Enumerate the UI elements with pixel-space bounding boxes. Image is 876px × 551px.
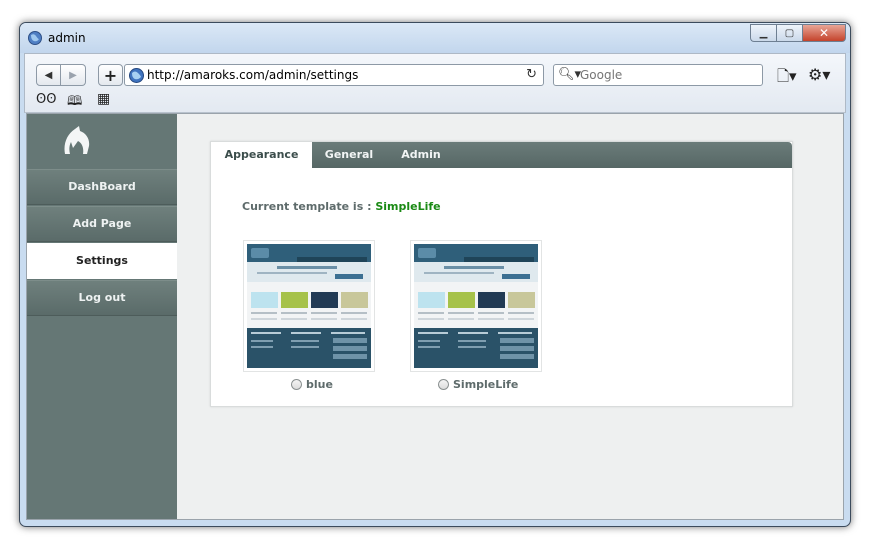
admin-sidebar: DashBoard Add Page Settings Log out	[27, 114, 177, 519]
search-input[interactable]	[580, 67, 758, 83]
template-option-blue[interactable]: blue	[291, 378, 333, 391]
tab-general[interactable]: General	[317, 142, 381, 168]
browser-toolbar: ◀ ▶ + http://amaroks.com/admin/settings …	[24, 53, 846, 113]
forward-button[interactable]: ▶	[61, 64, 86, 86]
template-label-simplelife: SimpleLife	[453, 378, 519, 391]
window-title: admin	[48, 31, 86, 45]
maximize-button[interactable]: ▢	[776, 24, 802, 42]
sidebar-item-settings[interactable]: Settings	[27, 243, 177, 279]
page-content: DashBoard Add Page Settings Log out Appe…	[26, 113, 844, 520]
wolf-head-logo	[64, 126, 90, 154]
search-icon[interactable]: 🔍︎▾	[558, 67, 581, 82]
reader-icon[interactable]: ʘʘ	[36, 92, 56, 107]
current-template-name: SimpleLife	[375, 200, 441, 213]
page-menu-icon[interactable]: 🗋▾	[777, 66, 797, 91]
sidebar-item-dashboard[interactable]: DashBoard	[27, 169, 177, 205]
search-box[interactable]: 🔍︎▾	[553, 64, 763, 86]
radio-simplelife[interactable]	[438, 379, 449, 390]
radio-blue[interactable]	[291, 379, 302, 390]
gear-icon[interactable]: ⚙▾	[808, 65, 830, 84]
settings-panel: Appearance General Admin Current templat…	[210, 141, 793, 407]
grid-icon[interactable]: ▦	[97, 91, 110, 107]
template-option-simplelife[interactable]: SimpleLife	[438, 378, 518, 391]
add-bookmark-button[interactable]: +	[98, 64, 123, 86]
minimize-button[interactable]: ▁	[750, 24, 776, 42]
globe-icon	[28, 31, 42, 45]
back-button[interactable]: ◀	[36, 64, 61, 86]
sidebar-item-log-out[interactable]: Log out	[27, 280, 177, 316]
tab-appearance[interactable]: Appearance	[211, 142, 312, 168]
current-template-label: Current template is :	[242, 200, 372, 213]
title-bar: admin ▁ ▢ ✕	[20, 23, 850, 53]
template-label-blue: blue	[306, 378, 333, 391]
address-bar[interactable]: http://amaroks.com/admin/settings ↻	[124, 64, 544, 86]
nav-buttons: ◀ ▶	[36, 64, 86, 86]
close-button[interactable]: ✕	[802, 24, 846, 42]
sidebar-item-add-page[interactable]: Add Page	[27, 206, 177, 242]
template-thumbnail-blue[interactable]	[243, 240, 375, 372]
book-icon[interactable]: 🕮	[67, 92, 82, 114]
url-text[interactable]: http://amaroks.com/admin/settings	[147, 68, 358, 82]
globe-icon	[129, 68, 144, 83]
window-controls: ▁ ▢ ✕	[750, 24, 846, 42]
tab-admin[interactable]: Admin	[391, 142, 451, 168]
browser-window: admin ▁ ▢ ✕ ◀ ▶ + http://amaroks.com/adm…	[19, 22, 851, 527]
reload-icon[interactable]: ↻	[526, 67, 537, 82]
settings-tabs: Appearance General Admin	[211, 142, 792, 168]
current-template-line: Current template is : SimpleLife	[242, 200, 441, 213]
template-thumbnail-simplelife[interactable]	[410, 240, 542, 372]
